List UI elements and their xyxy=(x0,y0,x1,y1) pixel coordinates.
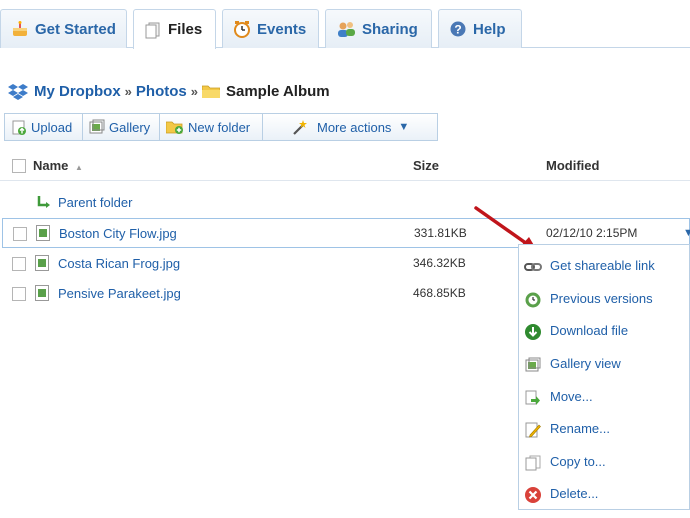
row-checkbox[interactable] xyxy=(13,227,27,241)
tab-get-started[interactable]: Get Started xyxy=(0,9,127,48)
upload-label: Upload xyxy=(31,119,73,135)
gallery-icon xyxy=(524,356,542,374)
column-header-name[interactable]: Name ▲ xyxy=(33,158,83,173)
menu-item-label: Gallery view xyxy=(550,356,621,371)
row-checkbox[interactable] xyxy=(12,257,26,271)
menu-item-move[interactable]: Move... xyxy=(519,384,689,410)
delete-icon xyxy=(524,486,542,504)
file-modified: 02/12/10 2:15PM xyxy=(546,226,638,240)
new-folder-label: New folder xyxy=(188,119,251,135)
more-actions-button[interactable]: More actions ▼ xyxy=(262,113,438,141)
menu-item-rename[interactable]: Rename... xyxy=(519,416,689,442)
copy-icon xyxy=(524,454,542,472)
image-file-icon xyxy=(35,255,49,271)
help-icon: ? xyxy=(449,20,467,38)
file-name-link[interactable]: Pensive Parakeet.jpg xyxy=(58,286,181,301)
menu-item-label: Copy to... xyxy=(550,454,606,469)
upload-icon xyxy=(12,120,26,135)
file-size: 331.81KB xyxy=(414,226,467,240)
select-all-checkbox[interactable] xyxy=(12,159,26,173)
gallery-icon xyxy=(89,119,105,134)
people-icon xyxy=(336,20,356,38)
tab-bar: Get Started Files Events Sharing ? Help xyxy=(0,0,690,49)
column-header-name-label: Name xyxy=(33,158,69,173)
tab-help[interactable]: ? Help xyxy=(438,9,522,48)
sort-ascending-icon: ▲ xyxy=(75,163,83,172)
menu-item-download-file[interactable]: Download file xyxy=(519,318,689,344)
column-header-modified[interactable]: Modified xyxy=(546,158,599,173)
menu-item-copy-to[interactable]: Copy to... xyxy=(519,449,689,475)
file-size: 468.85KB xyxy=(413,286,466,300)
menu-item-label: Previous versions xyxy=(550,291,653,306)
menu-item-label: Delete... xyxy=(550,486,599,501)
parent-folder-link[interactable]: Parent folder xyxy=(58,195,132,210)
move-icon xyxy=(524,389,542,407)
file-context-menu: Get shareable link Previous versions Dow… xyxy=(518,244,690,510)
toolbar: Upload Gallery New folder More actions ▼ xyxy=(4,113,438,143)
tab-label: Events xyxy=(257,20,307,38)
tab-label: Sharing xyxy=(362,20,418,38)
dropbox-logo-icon xyxy=(8,82,28,100)
gallery-label: Gallery xyxy=(109,119,151,135)
tab-label: Get Started xyxy=(35,20,116,38)
tab-files[interactable]: Files xyxy=(133,9,216,49)
breadcrumb: My Dropbox » Photos » Sample Album xyxy=(8,80,330,102)
menu-item-label: Get shareable link xyxy=(550,258,655,273)
tab-events[interactable]: Events xyxy=(222,9,319,48)
file-table-header: Name ▲ Size Modified xyxy=(0,152,690,181)
upload-button[interactable]: Upload xyxy=(4,113,83,141)
rename-icon xyxy=(524,421,542,439)
gallery-button[interactable]: Gallery xyxy=(82,113,160,141)
row-checkbox[interactable] xyxy=(12,287,26,301)
image-file-icon xyxy=(35,285,49,301)
svg-text:?: ? xyxy=(454,23,461,37)
wand-icon xyxy=(293,120,307,135)
menu-item-previous-versions[interactable]: Previous versions xyxy=(519,286,689,312)
breadcrumb-separator: » xyxy=(124,83,132,99)
clock-icon xyxy=(233,20,251,38)
tab-label: Files xyxy=(168,21,203,38)
menu-item-delete[interactable]: Delete... xyxy=(519,481,689,507)
more-actions-label: More actions xyxy=(317,119,392,135)
versions-icon xyxy=(524,291,542,309)
file-name-link[interactable]: Boston City Flow.jpg xyxy=(59,226,177,241)
menu-item-label: Download file xyxy=(550,323,629,338)
parent-folder-arrow-icon xyxy=(36,194,52,213)
tab-label: Help xyxy=(473,20,506,38)
menu-item-gallery-view[interactable]: Gallery view xyxy=(519,351,689,377)
column-header-size[interactable]: Size xyxy=(413,158,439,173)
breadcrumb-photos[interactable]: Photos xyxy=(136,83,187,100)
dropdown-triangle-icon: ▼ xyxy=(398,121,410,133)
image-file-icon xyxy=(36,225,50,241)
menu-item-get-shareable-link[interactable]: Get shareable link xyxy=(519,253,689,279)
tab-sharing[interactable]: Sharing xyxy=(325,9,432,48)
breadcrumb-my-dropbox[interactable]: My Dropbox xyxy=(34,83,121,100)
parent-folder-row[interactable]: Parent folder xyxy=(0,189,690,219)
row-menu-dropdown-icon[interactable]: ▼ xyxy=(683,227,690,239)
file-size: 346.32KB xyxy=(413,256,466,270)
new-folder-icon xyxy=(166,121,183,134)
breadcrumb-current: Sample Album xyxy=(225,82,330,100)
file-name-link[interactable]: Costa Rican Frog.jpg xyxy=(58,256,180,271)
new-folder-button[interactable]: New folder xyxy=(159,113,263,141)
folder-icon xyxy=(201,84,220,98)
breadcrumb-separator: » xyxy=(190,83,198,99)
files-icon xyxy=(144,21,162,39)
download-icon xyxy=(524,323,542,341)
menu-item-label: Rename... xyxy=(550,421,610,436)
cake-icon xyxy=(11,20,29,38)
link-icon xyxy=(524,258,542,276)
menu-item-label: Move... xyxy=(550,389,593,404)
